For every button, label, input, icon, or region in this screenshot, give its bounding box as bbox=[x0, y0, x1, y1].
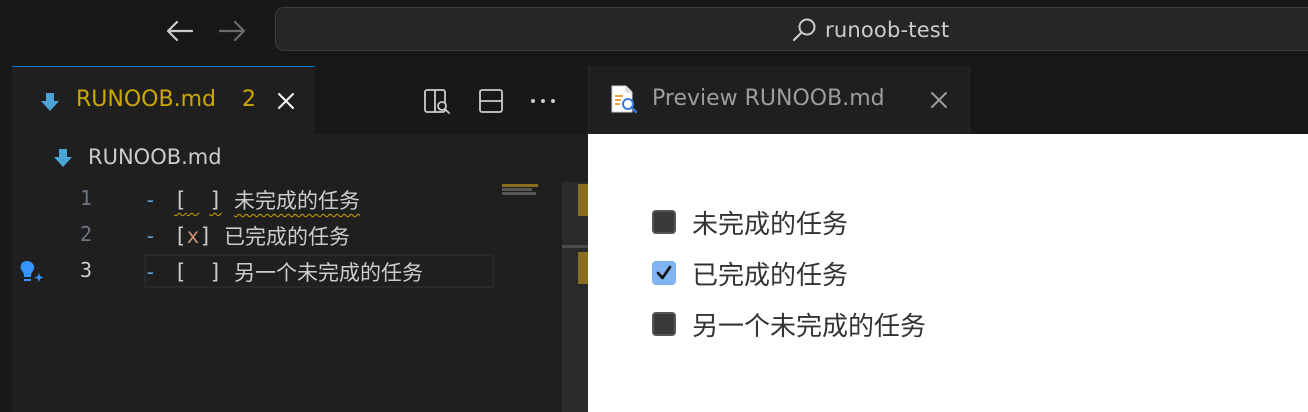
vertical-scrollbar[interactable] bbox=[562, 182, 588, 412]
task-checkbox[interactable] bbox=[652, 261, 676, 285]
preview-tab-label: Preview RUNOOB.md bbox=[652, 86, 885, 111]
minimap-line bbox=[502, 192, 536, 195]
task-text: 另一个未完成的任务 bbox=[234, 257, 423, 287]
task-checkbox[interactable] bbox=[652, 312, 676, 336]
more-actions-icon bbox=[531, 99, 555, 103]
arrow-right-icon bbox=[218, 20, 246, 42]
editor-line-2[interactable]: 2 - [ x ] 已完成的任务 bbox=[12, 218, 572, 254]
line-number: 1 bbox=[79, 186, 92, 210]
preview-file-icon bbox=[611, 85, 638, 114]
checkmark-icon bbox=[656, 265, 672, 280]
search-content: runoob-test bbox=[791, 15, 949, 45]
search-text: runoob-test bbox=[825, 18, 950, 42]
back-button[interactable] bbox=[165, 16, 195, 46]
code-content: - [ ] 未完成的任务 bbox=[144, 184, 360, 216]
forward-button[interactable] bbox=[217, 16, 247, 46]
preview-task-text: 另一个未完成的任务 bbox=[692, 311, 927, 342]
more-actions-button[interactable] bbox=[529, 87, 557, 115]
markdown-arrow-icon bbox=[54, 149, 72, 167]
preview-tab-close-button[interactable] bbox=[927, 88, 951, 112]
code-content: - [ x ] 已完成的任务 bbox=[144, 220, 350, 252]
preview-tab-bar: Preview RUNOOB.md bbox=[588, 66, 1308, 134]
markdown-arrow-icon bbox=[41, 93, 59, 111]
bracket-open: [ bbox=[174, 188, 187, 212]
editor-tab-bar: RUNOOB.md 2 bbox=[12, 66, 588, 134]
tab-preview-runoob-md[interactable]: Preview RUNOOB.md bbox=[589, 66, 970, 134]
editor-line-3[interactable]: 3 - [ ] 另一个未完成的任务 bbox=[12, 254, 572, 290]
open-preview-icon bbox=[424, 89, 450, 114]
list-marker: - bbox=[144, 224, 157, 248]
arrow-left-icon bbox=[166, 20, 194, 42]
markdown-preview: 未完成的任务 已完成的任务 另一个未完成的任务 bbox=[588, 134, 1308, 412]
minimap[interactable] bbox=[502, 182, 562, 412]
search-icon bbox=[792, 18, 816, 42]
tab-label: RUNOOB.md bbox=[76, 87, 216, 112]
close-icon bbox=[278, 93, 294, 109]
bracket-open: [ bbox=[174, 224, 187, 248]
open-preview-button[interactable] bbox=[423, 87, 451, 115]
task-mark bbox=[187, 260, 200, 284]
task-text: 已完成的任务 bbox=[223, 225, 350, 249]
task-mark bbox=[187, 188, 200, 212]
breadcrumb-file[interactable]: RUNOOB.md bbox=[88, 145, 222, 169]
preview-task-item: 已完成的任务 bbox=[652, 253, 848, 293]
tab-close-button[interactable] bbox=[274, 89, 298, 113]
split-editor-icon bbox=[479, 89, 503, 113]
split-editor-button[interactable] bbox=[477, 87, 505, 115]
scroll-warning-marker bbox=[578, 184, 588, 216]
line-number: 2 bbox=[79, 222, 92, 246]
scroll-divider bbox=[562, 245, 588, 248]
scroll-warning-marker bbox=[578, 252, 588, 284]
tab-runoob-md[interactable]: RUNOOB.md 2 bbox=[12, 66, 315, 134]
task-checkbox[interactable] bbox=[652, 210, 676, 234]
editor-line-1[interactable]: 1 - [ ] 未完成的任务 bbox=[12, 182, 572, 218]
preview-task-item: 另一个未完成的任务 bbox=[652, 304, 926, 344]
bracket-close: ] bbox=[209, 188, 222, 212]
list-marker: - bbox=[144, 260, 157, 284]
code-editor[interactable]: 1 - [ ] 未完成的任务 2 - [ x ] 已完成的任务 3 - [] … bbox=[12, 182, 588, 412]
preview-task-text: 已完成的任务 bbox=[692, 260, 849, 291]
close-icon bbox=[931, 92, 947, 108]
bracket-close: ] bbox=[209, 260, 222, 284]
activity-edge bbox=[0, 66, 12, 412]
minimap-line bbox=[502, 188, 532, 191]
task-text: 未完成的任务 bbox=[233, 189, 360, 213]
preview-task-item: 未完成的任务 bbox=[652, 202, 848, 242]
problems-badge: 2 bbox=[242, 87, 256, 112]
task-mark: x bbox=[186, 224, 200, 248]
command-center-search[interactable]: runoob-test bbox=[275, 7, 1308, 51]
task-text-content: 另一个未完成的任务 bbox=[233, 261, 423, 285]
bracket-open: [ bbox=[174, 260, 187, 284]
preview-task-text: 未完成的任务 bbox=[692, 209, 849, 240]
line-number: 3 bbox=[79, 258, 92, 282]
bracket-close: ] bbox=[199, 224, 212, 248]
list-marker: - bbox=[144, 188, 157, 212]
title-bar: runoob-test bbox=[0, 0, 1308, 66]
code-content: - [ ] 另一个未完成的任务 bbox=[144, 256, 423, 288]
minimap-line bbox=[502, 184, 538, 187]
breadcrumb: RUNOOB.md bbox=[12, 134, 588, 182]
